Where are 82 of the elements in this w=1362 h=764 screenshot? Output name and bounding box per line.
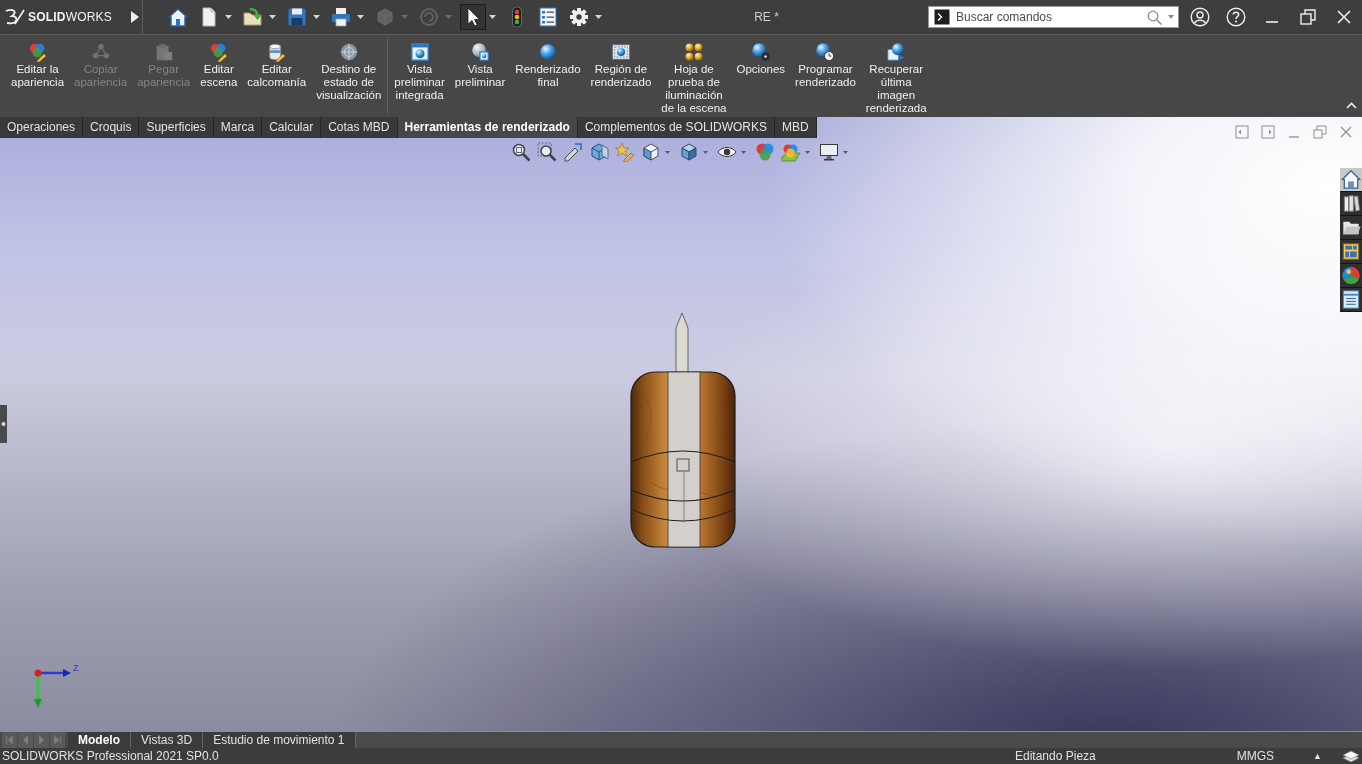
sphere-window-icon [470,42,491,62]
chevron-up-icon[interactable] [1346,102,1357,109]
units-menu-arrow[interactable]: ▲ [1313,748,1322,764]
ribbon-button[interactable]: Renderizado final [510,35,586,89]
document-title: RE * [754,10,779,24]
tile-left-icon[interactable] [1235,125,1249,139]
ribbon-button[interactable]: Recuperar última imagen renderizada [860,35,932,115]
pencil-arrow-icon[interactable] [563,142,583,162]
balls-pencil-icon [27,42,48,62]
edit-mode-text: Editando Pieza [1015,748,1096,764]
list-icon[interactable] [1340,288,1362,312]
star-pencil-icon[interactable] [615,142,635,162]
terminal-icon [934,9,950,25]
ribbon-button[interactable]: Vista preliminar integrada [389,35,450,102]
home-icon[interactable] [1340,168,1362,192]
document-tab[interactable]: Estudio de movimiento 1 [203,732,356,748]
caret-icon[interactable] [741,150,746,154]
sphere-clock-icon [815,42,836,62]
ribbon-button[interactable]: Destino de estado de visualización [311,35,387,102]
caret-icon[interactable] [703,150,708,154]
units-text[interactable]: MMGS [1236,748,1275,764]
ribbon-button[interactable]: Región de renderizado [585,35,657,89]
ribbon-tab[interactable]: Croquis [83,117,140,138]
ribbon-button[interactable]: Editar calcomanía [242,35,312,89]
caret-icon[interactable] [805,150,810,154]
balls-pencil-icon [208,42,229,62]
caret-icon[interactable] [269,15,276,19]
app-logo-text: SOLIDWORKS [28,10,112,24]
caret-icon[interactable] [357,15,364,19]
user-icon[interactable] [1190,7,1210,27]
restore-icon[interactable] [1298,7,1318,27]
sphere-icon [537,42,558,62]
ribbon-tab[interactable]: Operaciones [0,117,84,138]
cube-icon[interactable] [641,142,661,162]
monitor-icon[interactable] [819,142,839,162]
magnifier-icon[interactable] [511,142,531,162]
caret-icon[interactable] [595,15,602,19]
pointer-icon[interactable] [460,4,486,30]
grid-board-icon[interactable] [1340,240,1362,264]
shaded-cube-icon[interactable] [679,142,699,162]
search-input[interactable]: Buscar comandos [950,8,1147,26]
tile-right-icon[interactable] [1261,125,1275,139]
sphere-arrow-icon [886,42,907,62]
caret-icon[interactable] [1168,15,1174,19]
search-icon[interactable] [1147,9,1162,25]
ribbon-tab[interactable]: Complementos de SOLIDWORKS [577,117,775,138]
ribbon-tab[interactable]: Cotas MBD [321,117,398,138]
product-version-text: SOLIDWORKS Professional 2021 SP0.0 [2,748,219,764]
axis-label: Z [73,664,79,673]
logo-icon [5,8,25,26]
ribbon-tab[interactable]: Calcular [262,117,322,138]
ribbon-tab[interactable]: MBD [774,117,817,138]
document-tab[interactable]: Vistas 3D [131,732,204,748]
books-icon[interactable] [1340,192,1362,216]
caret-icon[interactable] [843,150,848,154]
ribbon-tab[interactable]: Superficies [139,117,214,138]
cube-section-icon[interactable] [589,142,609,162]
ribbon-button[interactable]: Vista preliminar [449,35,511,89]
side-panel-handle[interactable] [0,405,7,443]
caret-icon[interactable] [665,150,670,154]
spheres-grid-icon [683,42,704,62]
ribbon-button[interactable]: Editar escena [195,35,243,89]
search-field[interactable]: Buscar comandos [928,6,1179,28]
can-pencil-icon [266,42,287,62]
document-tab[interactable]: Modelo [68,732,131,748]
triangle-arrow-icon[interactable] [131,11,139,23]
caret-icon[interactable] [489,15,496,19]
ribbon-button[interactable]: Hoja de prueba de iluminación de la escena [656,35,732,115]
crosshair-icon [338,42,359,62]
ribbon-button[interactable]: Editar la apariencia [6,35,70,89]
help-icon[interactable] [1226,7,1246,27]
ribbon-button[interactable]: Programar renderizado [790,35,861,89]
axis-triad [34,668,72,710]
caret-icon[interactable] [225,15,232,19]
pie-wheel-icon[interactable] [1340,264,1362,288]
stack-icon[interactable] [1342,749,1360,763]
magnifier-box-icon[interactable] [537,142,557,162]
caret-icon[interactable] [313,15,320,19]
ribbon-button[interactable]: Opciones [731,35,791,76]
ribbon-tab[interactable]: Herramientas de renderizado [397,117,578,138]
ribbon-tab[interactable]: Marca [213,117,263,138]
sphere-gear-icon [750,42,771,62]
